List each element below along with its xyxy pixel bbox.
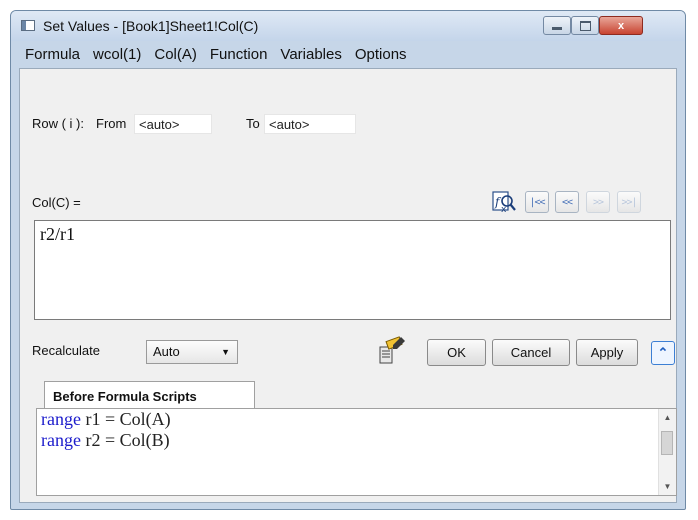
next-column-button[interactable]: >>	[586, 191, 610, 213]
close-button[interactable]: x	[599, 16, 643, 35]
from-field[interactable]: <auto>	[134, 114, 212, 134]
ok-button[interactable]: OK	[427, 339, 486, 366]
script-line: range r2 = Col(B)	[41, 430, 170, 450]
formula-editor[interactable]: r2/r1	[34, 220, 671, 320]
tab-before-formula-scripts[interactable]: Before Formula Scripts	[44, 381, 255, 409]
vertical-scrollbar[interactable]: ▲ ▼	[658, 409, 676, 495]
title-bar: Set Values - [Book1]Sheet1!Col(C) x	[11, 11, 685, 41]
scroll-down-icon[interactable]: ▼	[659, 478, 676, 495]
before-formula-script-editor[interactable]: range r1 = Col(A) range r2 = Col(B) ▲ ▼	[36, 408, 677, 496]
window-title: Set Values - [Book1]Sheet1!Col(C)	[43, 18, 259, 34]
cancel-button[interactable]: Cancel	[492, 339, 570, 366]
from-label: From	[96, 116, 127, 131]
recalculate-value: Auto	[153, 344, 180, 359]
apply-button[interactable]: Apply	[576, 339, 638, 366]
menu-options[interactable]: Options	[351, 46, 416, 63]
minimize-button[interactable]	[543, 16, 571, 35]
menu-bar: Formula wcol(1) Col(A) Function Variable…	[11, 41, 685, 68]
function-browser-icon[interactable]: f x	[491, 189, 517, 215]
to-label: To	[246, 116, 260, 131]
script-line: range r1 = Col(A)	[41, 409, 171, 429]
first-column-button[interactable]: |<<	[525, 191, 549, 213]
recalculate-select[interactable]: Auto ▼	[146, 340, 238, 364]
to-field[interactable]: <auto>	[264, 114, 356, 134]
last-column-button[interactable]: >>|	[617, 191, 641, 213]
app-icon	[21, 20, 35, 31]
menu-function[interactable]: Function	[206, 46, 277, 63]
menu-variables[interactable]: Variables	[276, 46, 350, 63]
dropdown-arrow-icon: ▼	[221, 347, 230, 357]
set-values-dialog: Set Values - [Book1]Sheet1!Col(C) x Form…	[10, 10, 686, 510]
menu-formula[interactable]: Formula	[21, 46, 89, 63]
menu-wcol[interactable]: wcol(1)	[89, 46, 150, 63]
script-editor-icon[interactable]	[377, 335, 407, 367]
recalculate-label: Recalculate	[32, 343, 100, 358]
dialog-body: Row ( i ): From <auto> To <auto> Col(C) …	[19, 68, 677, 503]
previous-column-button[interactable]: <<	[555, 191, 579, 213]
close-icon: x	[617, 19, 625, 32]
scroll-up-icon[interactable]: ▲	[659, 409, 676, 426]
minimize-icon	[552, 27, 562, 30]
collapse-icon[interactable]: ⌃	[651, 341, 675, 365]
menu-cola[interactable]: Col(A)	[150, 46, 206, 63]
maximize-icon	[579, 20, 591, 31]
formula-label: Col(C) =	[32, 195, 81, 210]
scroll-thumb[interactable]	[661, 431, 673, 455]
row-label: Row ( i ):	[32, 116, 84, 131]
maximize-button[interactable]	[571, 16, 599, 35]
